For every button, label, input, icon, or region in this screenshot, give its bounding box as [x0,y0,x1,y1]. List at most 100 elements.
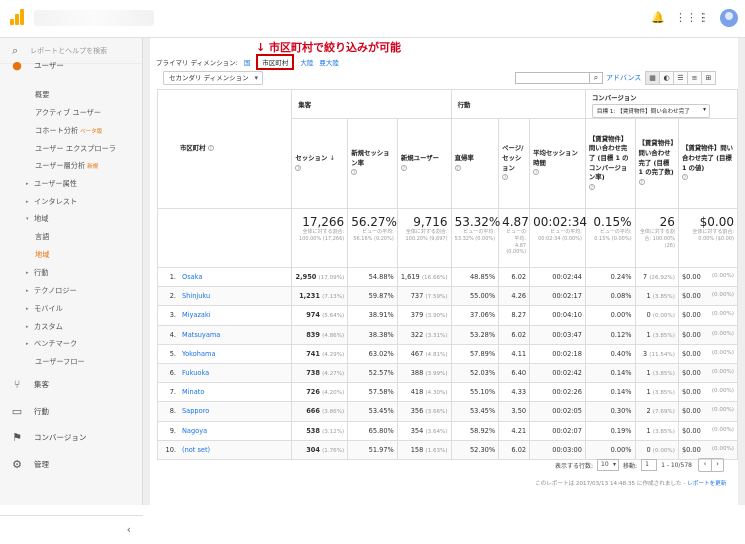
col-goal-rate[interactable]: 【賃貸物件】問い合わせ完了 (目標 1 のコンバージョン率)? [584,118,636,209]
nav-mobile[interactable]: ▸ モバイル [0,300,143,317]
nav-cohort[interactable]: コホート分析 ベータ版 [0,122,143,139]
goto-input[interactable]: 1 [641,459,658,471]
total-cell: 53.32% ビューの平均: 53.32% (0.00%) [450,208,501,268]
col-avg-duration[interactable]: 平均セッション時間? [529,118,586,209]
nav-acquisition[interactable]: ⑂ 集客 [0,371,143,397]
collapse-sidebar-button[interactable]: ‹ [0,515,143,543]
secondary-dimension-dropdown[interactable]: セカンダリ ディメンション [163,71,263,85]
help-icon[interactable]: ? [351,169,358,176]
pages-session-cell: 6.02 [498,266,531,288]
goal-value-cell: $0.00 (0.00%) [677,420,739,441]
dim-city-selected[interactable]: 市区町村 [256,54,295,70]
cell-value: 1 [646,330,651,339]
nav-conversions[interactable]: ⚑ コンバージョン [0,424,143,450]
city-link[interactable]: Yokohama [182,350,216,358]
help-icon[interactable]: ? [207,145,214,152]
nav-users-flow[interactable]: ユーザーフロー [0,353,143,370]
col-label: セッション [295,153,328,162]
col-city[interactable]: 市区町村 ? [156,89,293,209]
caret-right-icon: ▸ [26,269,29,276]
col-bounce-rate[interactable]: 直帰率? [450,118,500,209]
cell-value: 356 [410,407,424,416]
new-session-rate-cell: 53.45% [347,401,398,422]
city-link[interactable]: (not set) [182,446,210,454]
cell-percent: (4.29%) [322,351,345,358]
table-search-button[interactable]: ⌕ [590,72,603,84]
help-icon[interactable]: ? [681,174,688,181]
nav-behavior-sub[interactable]: ▸ 行動 [0,264,143,281]
city-link[interactable]: Nagoya [182,427,207,435]
nav-overview[interactable]: 概要 [0,86,143,103]
goal-select[interactable]: 目標 1: 【賃貸物件】問い合わせ完了 ▾ [591,104,710,118]
col-new-session-rate[interactable]: 新規セッション率? [347,118,398,209]
col-pages-session[interactable]: ページ/セッション? [498,118,531,209]
city-link[interactable]: Sapporo [182,407,209,415]
table-search-input[interactable] [515,72,590,84]
nav-admin[interactable]: ⚙ 管理 [0,451,143,477]
city-link[interactable]: Minato [182,388,204,396]
row-index: 7. [169,388,176,397]
rows-per-page-select[interactable]: 10 [597,459,620,471]
city-cell: 6. Fukuoka [156,362,293,384]
comparison-view-icon[interactable]: ≡ [687,71,702,85]
cell-value: 1,231 [299,292,320,301]
city-cell: 4. Matsuyama [156,324,293,345]
dim-subcontinent-link[interactable]: 亜大陸 [319,57,339,67]
account-selector[interactable] [34,10,154,26]
city-link[interactable]: Shinjuku [182,292,210,300]
col-goal-completions[interactable]: 【賃貸物件】問い合わせ完了 (目標 1 の完了数)? [634,118,679,209]
help-icon[interactable]: ? [638,178,645,185]
help-icon[interactable]: ? [295,164,302,171]
refresh-report-link[interactable]: レポートを更新 [687,481,726,487]
nav-custom[interactable]: ▸ カスタム [0,318,143,335]
nav-audience[interactable]: ● ユーザー [0,58,143,72]
cell-percent: (26.92%) [649,275,675,282]
nav-location[interactable]: 地域 [0,246,143,263]
total-value: 53.32% [454,215,501,229]
group-conversion: コンバージョン 目標 1: 【賃貸物件】問い合わせ完了 ▾ [584,89,739,119]
cell-value: 741 [306,349,320,358]
pie-view-icon[interactable]: ◐ [659,71,674,85]
col-new-users[interactable]: 新規ユーザー? [396,118,452,209]
city-link[interactable]: Fukuoka [182,369,209,377]
advanced-filter-link[interactable]: アドバンス [606,73,641,83]
help-icon[interactable]: ? [454,164,461,171]
nav-behavior[interactable]: ▭ 行動 [0,398,143,424]
nav-language[interactable]: 言語 [0,228,143,245]
total-cell: 26 全体に対する割合: 100.00% (26) [634,208,679,268]
help-icon[interactable]: ? [502,174,509,181]
city-link[interactable]: Miyazaki [182,311,211,319]
prev-page-icon[interactable]: ‹ [699,459,711,471]
goal-rate-cell: 0.14% [584,362,636,384]
nav-benchmark[interactable]: ▸ ベンチマーク [0,335,143,352]
help-icon[interactable]: ? [400,164,407,171]
pivot-view-icon[interactable]: ⊞ [701,71,716,85]
nav-technology[interactable]: ▸ テクノロジー [0,282,143,299]
dim-continent-link[interactable]: 大陸 [300,57,313,67]
bell-icon[interactable]: 🔔 [651,11,665,25]
nav-demographics[interactable]: ▸ ユーザー属性 [0,175,143,192]
city-link[interactable]: Matsuyama [182,331,220,339]
table-view-icon[interactable]: ▦ [645,71,660,85]
nav-geo[interactable]: ▾ 地域 [0,210,143,227]
more-vert-icon[interactable]: ⋮ [697,11,711,25]
analytics-logo[interactable] [10,9,24,25]
table-row: 8. Sapporo 666 (3.86%) 53.45% 356 (3.66%) 53.… [156,401,739,422]
help-icon[interactable]: ? [588,183,595,190]
apps-grid-icon[interactable]: ⋮⋮⋮ [675,11,708,25]
col-sessions[interactable]: セッション ↓? [291,118,349,209]
nav-active-users[interactable]: アクティブ ユーザー [0,104,143,121]
performance-view-icon[interactable]: ☰ [673,71,688,85]
city-link[interactable]: Osaka [182,273,202,281]
cell-value: $0.00 [681,349,701,358]
col-goal-value[interactable]: 【賃貸物件】問い合わせ完了 (目標 1 の値)? [677,118,739,209]
avatar[interactable] [720,9,738,27]
nav-interests[interactable]: ▸ インタレスト [0,193,143,210]
nav-label: ユーザー層分析 [35,160,86,170]
cell-percent: (3.85%) [652,332,675,339]
help-icon[interactable]: ? [533,169,540,176]
next-page-icon[interactable]: › [710,459,723,471]
nav-user-explorer[interactable]: ユーザー エクスプローラ [0,140,143,157]
dim-country-link[interactable]: 国 [244,57,251,67]
nav-lifetime[interactable]: ユーザー層分析 新規 [0,157,143,174]
